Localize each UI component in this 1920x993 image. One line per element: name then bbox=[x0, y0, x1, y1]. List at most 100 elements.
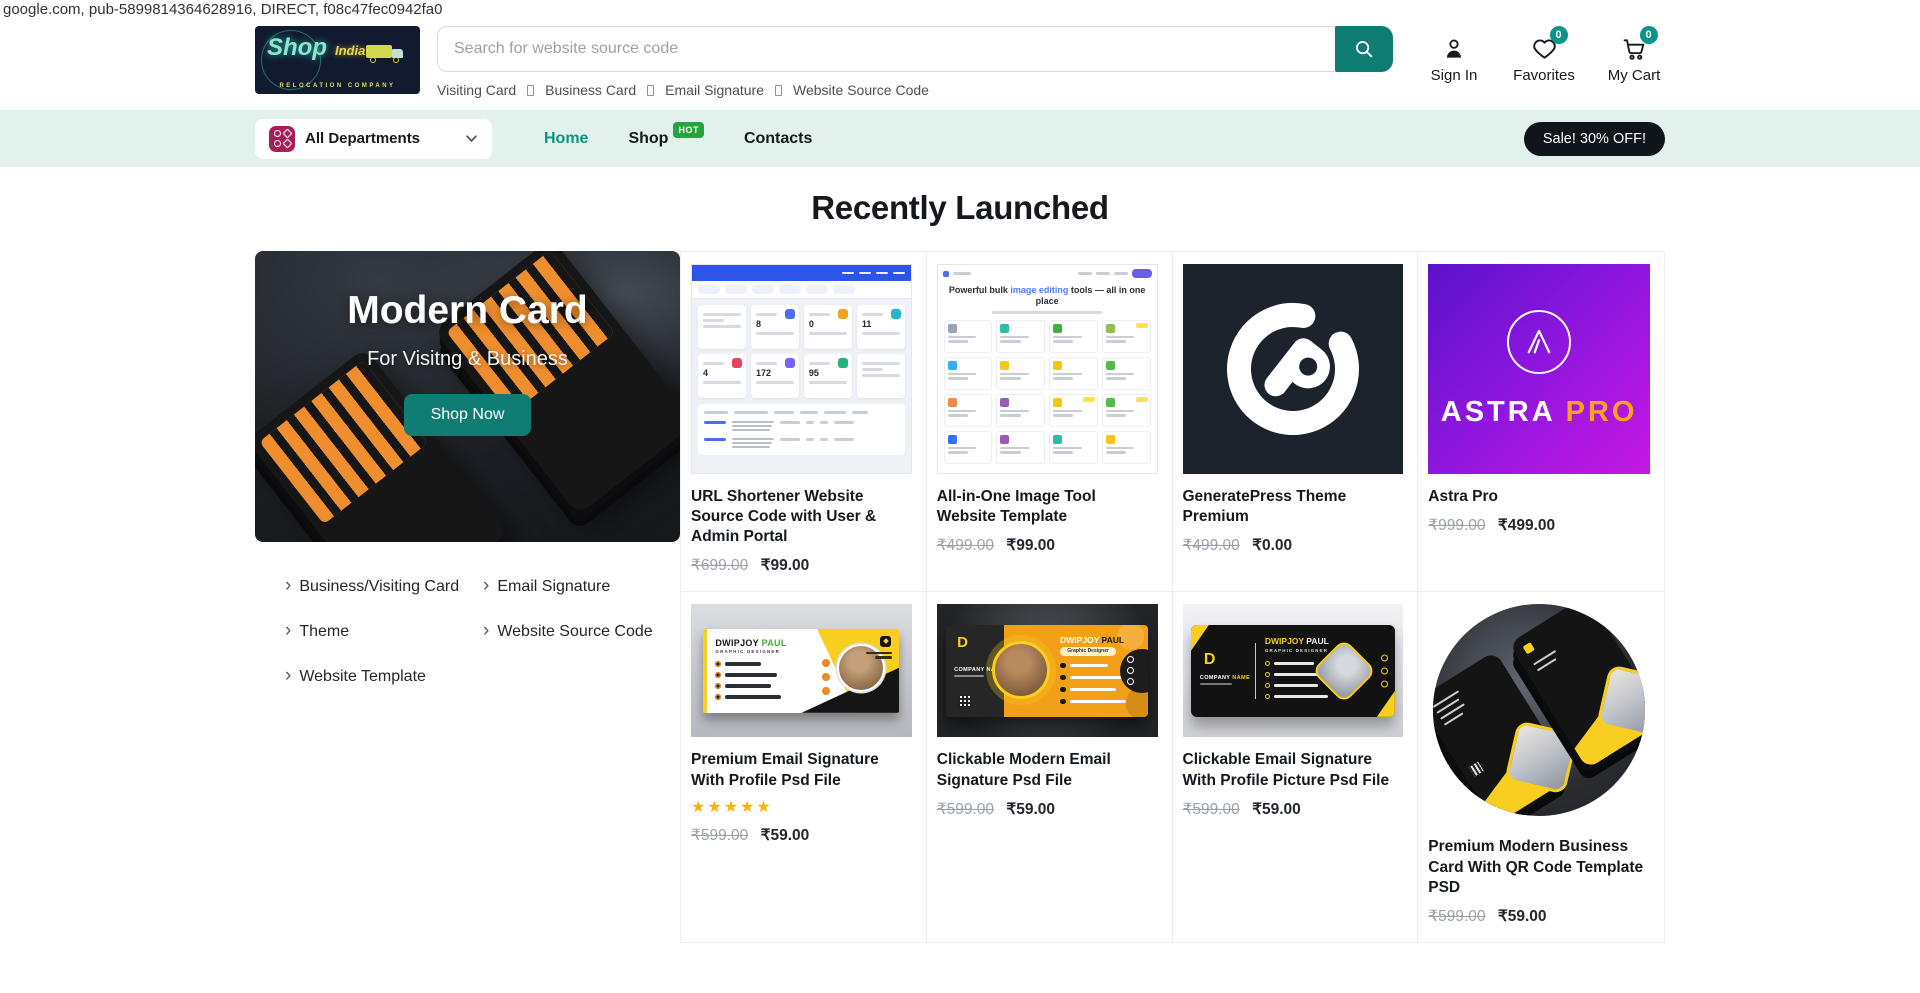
quick-link-email-signature[interactable]: Email Signature bbox=[665, 82, 764, 98]
quick-link-visiting-card[interactable]: Visiting Card bbox=[437, 82, 516, 98]
cart-button[interactable]: 0 My Cart bbox=[1603, 34, 1665, 84]
quick-link-business-card[interactable]: Business Card bbox=[545, 82, 636, 98]
old-price: ₹599.00 bbox=[937, 801, 994, 818]
cart-count-badge: 0 bbox=[1640, 26, 1658, 44]
quick-links: Visiting Card Business Card Email Signat… bbox=[437, 82, 1393, 98]
all-departments-dropdown[interactable]: All Departments bbox=[255, 119, 492, 159]
nav-link-contacts[interactable]: Contacts bbox=[744, 130, 812, 148]
main-navbar: All Departments Home Shop HOT Contacts S… bbox=[0, 110, 1920, 167]
chevron-right-icon: › bbox=[483, 621, 489, 640]
product-card[interactable]: DWIPJOY PAUL GRAPHIC DESIGNER Premium Em… bbox=[681, 592, 927, 942]
category-theme[interactable]: › Theme bbox=[285, 622, 483, 642]
category-website-template[interactable]: › Website Template bbox=[285, 667, 483, 687]
product-title[interactable]: Premium Modern Business Card With QR Cod… bbox=[1428, 837, 1650, 897]
old-price: ₹499.00 bbox=[1183, 537, 1240, 554]
chevron-right-icon: › bbox=[285, 621, 291, 640]
current-price: ₹0.00 bbox=[1252, 537, 1292, 554]
qr-code bbox=[1469, 762, 1484, 777]
generatepress-logo bbox=[1218, 294, 1368, 444]
quick-link-website-source-code[interactable]: Website Source Code bbox=[793, 82, 929, 98]
product-title[interactable]: Clickable Email Signature With Profile P… bbox=[1183, 750, 1404, 790]
product-title[interactable]: Astra Pro bbox=[1428, 487, 1650, 507]
chevron-right-icon: › bbox=[483, 576, 489, 595]
product-prices: ₹999.00 ₹499.00 bbox=[1428, 516, 1650, 535]
current-price: ₹59.00 bbox=[1006, 801, 1055, 818]
nav-link-home[interactable]: Home bbox=[544, 130, 588, 148]
product-grid: 8 0 11 4 172 95 bbox=[680, 251, 1665, 943]
astra-logo bbox=[1507, 310, 1571, 374]
star-rating: ★★★★★ bbox=[691, 797, 912, 817]
site-logo[interactable]: Shop India RELOCATION COMPANY bbox=[255, 26, 420, 94]
product-title[interactable]: Clickable Modern Email Signature Psd Fil… bbox=[937, 750, 1158, 790]
header-actions: Sign In 0 Favorites 0 My Cart bbox=[1423, 26, 1665, 84]
all-departments-label: All Departments bbox=[305, 130, 455, 147]
hot-badge: HOT bbox=[673, 122, 704, 138]
category-website-source-code[interactable]: › Website Source Code bbox=[483, 622, 670, 642]
product-title[interactable]: All-in-One Image Tool Website Template bbox=[937, 487, 1158, 527]
sign-in-button[interactable]: Sign In bbox=[1423, 34, 1485, 84]
logo-tagline: RELOCATION COMPANY bbox=[255, 83, 420, 89]
current-price: ₹99.00 bbox=[1006, 537, 1055, 554]
nav-links: Home Shop HOT Contacts bbox=[544, 130, 812, 148]
cart-label: My Cart bbox=[1608, 67, 1661, 84]
favorites-label: Favorites bbox=[1513, 67, 1575, 84]
shop-now-button[interactable]: Shop Now bbox=[404, 394, 532, 436]
truck-icon bbox=[366, 42, 406, 64]
old-price: ₹999.00 bbox=[1428, 517, 1485, 534]
logo-word-india: India bbox=[335, 43, 365, 58]
nav-link-shop[interactable]: Shop HOT bbox=[628, 130, 704, 148]
search-button[interactable] bbox=[1335, 26, 1393, 72]
product-image: DWIPJOY PAUL GRAPHIC DESIGNER bbox=[691, 604, 912, 737]
product-image: 8 0 11 4 172 95 bbox=[691, 264, 912, 474]
header: Shop India RELOCATION COMPANY Visiting Ca… bbox=[255, 26, 1665, 98]
current-price: ₹99.00 bbox=[761, 557, 810, 574]
product-image: Powerful bulk image editing tools — all … bbox=[937, 264, 1158, 474]
logo-word-shop: Shop bbox=[267, 34, 327, 61]
product-card[interactable]: D COMPANY NAME DWIPJOY PAUL Graphic Desi… bbox=[927, 592, 1173, 942]
product-card[interactable]: Premium Modern Business Card With QR Cod… bbox=[1418, 592, 1664, 942]
company-logo-mark bbox=[1523, 642, 1535, 654]
product-image bbox=[1183, 264, 1404, 474]
sale-badge[interactable]: Sale! 30% OFF! bbox=[1524, 122, 1665, 156]
product-card[interactable]: Powerful bulk image editing tools — all … bbox=[927, 252, 1173, 592]
user-icon bbox=[1441, 36, 1467, 62]
old-price: ₹599.00 bbox=[691, 827, 748, 844]
hero-banner: Modern Card For Visitng & Business Shop … bbox=[255, 251, 680, 542]
product-title[interactable]: URL Shortener Website Source Code with U… bbox=[691, 487, 912, 547]
favorites-count-badge: 0 bbox=[1550, 26, 1568, 44]
product-prices: ₹599.00 ₹59.00 bbox=[691, 826, 912, 845]
product-card[interactable]: D COMPANY NAME DWIPJOY PAUL GRAPHIC DESI… bbox=[1173, 592, 1419, 942]
product-title[interactable]: GeneratePress Theme Premium bbox=[1183, 487, 1404, 527]
separator-box bbox=[647, 85, 654, 96]
product-card[interactable]: ASTRAPRO Astra Pro ₹999.00 ₹499.00 bbox=[1418, 252, 1664, 592]
product-prices: ₹499.00 ₹99.00 bbox=[937, 536, 1158, 555]
separator-box bbox=[527, 85, 534, 96]
current-price: ₹59.00 bbox=[1498, 908, 1547, 925]
product-image: ASTRAPRO bbox=[1428, 264, 1650, 474]
product-image: D COMPANY NAME DWIPJOY PAUL GRAPHIC DESI… bbox=[1183, 604, 1404, 737]
product-image bbox=[1428, 604, 1650, 824]
search-input[interactable] bbox=[437, 26, 1393, 72]
product-prices: ₹599.00 ₹59.00 bbox=[1183, 800, 1404, 819]
chevron-down-icon bbox=[465, 132, 478, 145]
current-price: ₹59.00 bbox=[1252, 801, 1301, 818]
banner-subtitle: For Visitng & Business bbox=[367, 348, 568, 371]
banner-title: Modern Card bbox=[347, 289, 588, 333]
category-list: › Business/Visiting Card › Email Signatu… bbox=[255, 542, 680, 687]
product-prices: ₹499.00 ₹0.00 bbox=[1183, 536, 1404, 555]
search-icon bbox=[1353, 38, 1375, 60]
product-image: D COMPANY NAME DWIPJOY PAUL Graphic Desi… bbox=[937, 604, 1158, 737]
category-business-visiting-card[interactable]: › Business/Visiting Card bbox=[285, 577, 483, 597]
favorites-button[interactable]: 0 Favorites bbox=[1513, 34, 1575, 84]
product-prices: ₹599.00 ₹59.00 bbox=[937, 800, 1158, 819]
page-title: Recently Launched bbox=[0, 189, 1920, 227]
chevron-right-icon: › bbox=[285, 666, 291, 685]
product-prices: ₹699.00 ₹99.00 bbox=[691, 556, 912, 575]
product-card[interactable]: GeneratePress Theme Premium ₹499.00 ₹0.0… bbox=[1173, 252, 1419, 592]
category-email-signature[interactable]: › Email Signature bbox=[483, 577, 670, 597]
old-price: ₹599.00 bbox=[1428, 908, 1485, 925]
product-title[interactable]: Premium Email Signature With Profile Psd… bbox=[691, 750, 912, 790]
old-price: ₹699.00 bbox=[691, 557, 748, 574]
product-card[interactable]: 8 0 11 4 172 95 bbox=[681, 252, 927, 592]
qr-code bbox=[958, 695, 971, 708]
